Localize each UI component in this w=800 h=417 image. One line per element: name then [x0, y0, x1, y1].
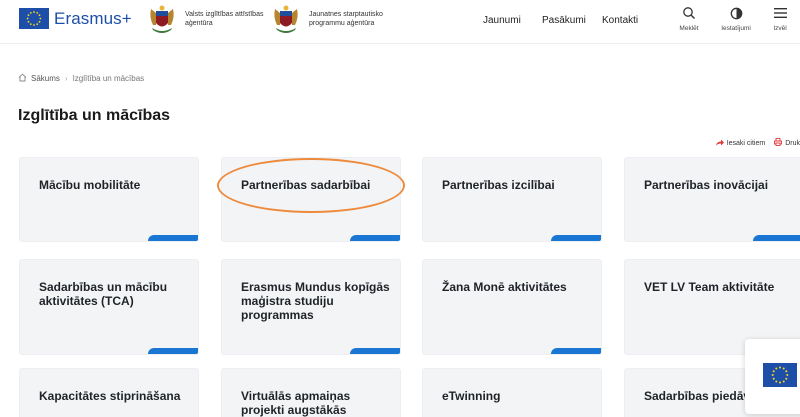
card-partneribas-inovacijai[interactable]: Partnerības inovācijai: [624, 157, 800, 242]
card-accent-tab: [148, 348, 198, 354]
accessibility-label: Iestatījumi: [721, 25, 751, 32]
accessibility-icon: [716, 4, 756, 22]
breadcrumb-separator: ›: [64, 74, 68, 83]
card-title: eTwinning: [442, 389, 501, 403]
agency-logo-jspa[interactable]: Jaunatnes starptautisko programmu aģentū…: [271, 3, 399, 36]
breadcrumb-current: Izglītība un mācības: [72, 74, 145, 83]
coat-of-arms-icon: [271, 3, 301, 36]
page-title: Izglītība un mācības: [18, 107, 171, 124]
print-button[interactable]: Druk: [774, 138, 800, 148]
card-accent-tab: [753, 235, 800, 241]
card-etwinning[interactable]: eTwinning: [422, 368, 602, 417]
erasmus-logo[interactable]: Erasmus+: [19, 8, 132, 29]
agency-logo-viaa[interactable]: Valsts izglītības attīstības aģentūra: [147, 3, 275, 36]
search-button[interactable]: Meklēt: [669, 4, 709, 32]
search-icon: [669, 4, 709, 22]
card-title: Partnerības izcilībai: [442, 178, 555, 192]
share-button[interactable]: Iesaki citiem: [715, 139, 766, 148]
card-title: Žana Monē aktivitātes: [442, 280, 567, 294]
eu-badge[interactable]: [745, 339, 800, 414]
site-header: Erasmus+ Valsts izglītības attīstības aģ…: [0, 0, 800, 44]
nav-pasakumi[interactable]: Pasākumi: [542, 15, 586, 26]
card-title: Erasmus Mundus kopīgās maģistra studiju …: [241, 280, 390, 322]
breadcrumb-home[interactable]: Sākums: [31, 74, 60, 83]
card-partneribas-sadarbibai[interactable]: Partnerības sadarbībai: [221, 157, 401, 242]
home-icon[interactable]: [18, 73, 27, 84]
card-accent-tab: [350, 235, 400, 241]
card-title: VET LV Team aktivitāte: [644, 280, 775, 294]
card-kapacitates[interactable]: Kapacitātes stiprināšana: [19, 368, 199, 417]
agency-name-jspa: Jaunatnes starptautisko programmu aģentū…: [309, 11, 383, 27]
breadcrumb: Sākums › Izglītība un mācības: [18, 73, 144, 84]
nav-jaunumi[interactable]: Jaunumi: [483, 15, 521, 26]
nav-kontakti[interactable]: Kontakti: [602, 15, 638, 26]
card-title: Virtuālās apmaiņas projekti augstākās: [241, 389, 351, 417]
card-macibu-mobilitate[interactable]: Mācību mobilitāte: [19, 157, 199, 242]
accessibility-button[interactable]: Iestatījumi: [716, 4, 756, 32]
card-partneribas-izcilibai[interactable]: Partnerības izcilībai: [422, 157, 602, 242]
card-title: Sadarbības un mācību aktivitātes (TCA): [39, 280, 168, 308]
card-erasmus-mundus[interactable]: Erasmus Mundus kopīgās maģistra studiju …: [221, 259, 401, 355]
menu-icon: [760, 4, 800, 22]
card-accent-tab: [551, 235, 601, 241]
search-label: Meklēt: [679, 25, 699, 32]
logo-text: Erasmus+: [54, 8, 132, 28]
card-accent-tab: [350, 348, 400, 354]
card-title: Kapacitātes stiprināšana: [39, 389, 181, 403]
card-zana-mone[interactable]: Žana Monē aktivitātes: [422, 259, 602, 355]
card-accent-tab: [551, 348, 601, 354]
menu-label: Izvēl: [773, 25, 787, 32]
card-virtualas-apmainas[interactable]: Virtuālās apmaiņas projekti augstākās: [221, 368, 401, 417]
card-accent-tab: [148, 235, 198, 241]
eu-flag-icon: [19, 8, 49, 29]
print-label: Druk: [785, 139, 800, 147]
card-title: Mācību mobilitāte: [39, 178, 141, 192]
menu-button[interactable]: Izvēl: [760, 4, 800, 32]
agency-name-viaa: Valsts izglītības attīstības aģentūra: [185, 11, 264, 27]
print-icon: [774, 138, 783, 148]
coat-of-arms-icon: [147, 3, 177, 36]
share-bar: Iesaki citiem Druk: [707, 138, 800, 148]
card-title: Partnerības sadarbībai: [241, 178, 371, 192]
share-icon: [715, 139, 724, 148]
card-tca[interactable]: Sadarbības un mācību aktivitātes (TCA): [19, 259, 199, 355]
card-title: Partnerības inovācijai: [644, 178, 769, 192]
share-label: Iesaki citiem: [726, 139, 766, 147]
eu-flag-icon: [763, 363, 797, 387]
